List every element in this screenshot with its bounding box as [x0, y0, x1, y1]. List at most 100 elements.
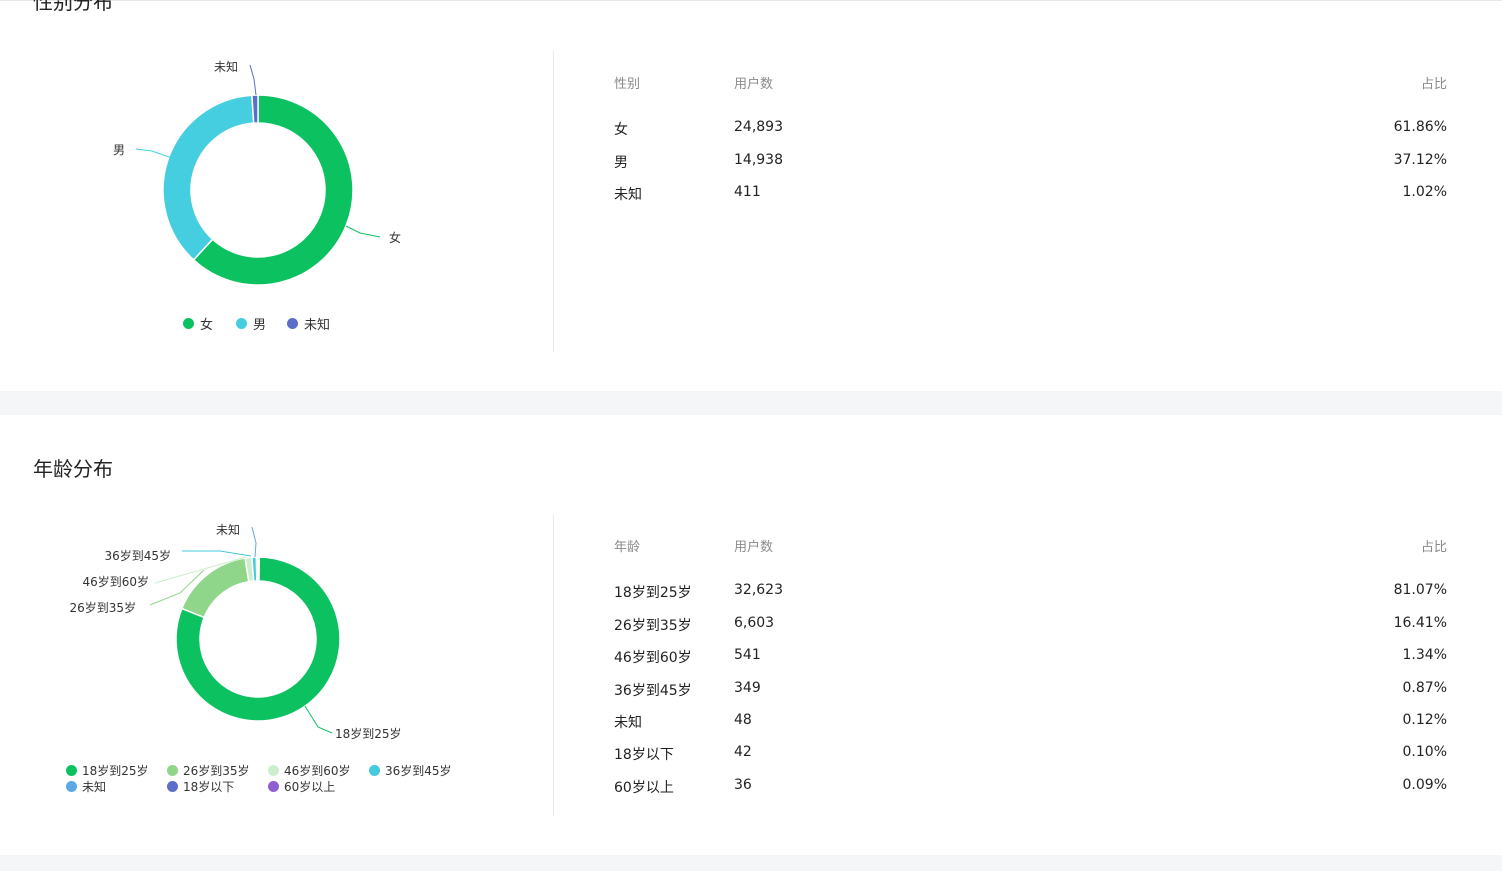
legend-dot	[66, 765, 77, 776]
row-count: 349	[734, 680, 761, 696]
label-leader-line	[251, 526, 257, 558]
legend-label: 未知	[82, 780, 107, 794]
header-age: 年龄	[614, 540, 641, 555]
vertical-divider	[553, 515, 554, 816]
legend-dot	[167, 765, 178, 776]
age-distribution-card: 年龄分布 18岁到25岁 26岁到35岁 46岁到60岁 36岁到45岁 未知 18岁到…	[0, 415, 1502, 855]
slice-label: 未知	[216, 523, 240, 537]
legend-item-under-18[interactable]: 18岁以下	[167, 778, 234, 795]
row-count: 6,603	[734, 615, 775, 631]
row-percent: 1.34%	[1402, 647, 1447, 663]
table-row: 男 14,938 37.12%	[614, 152, 1447, 172]
legend-label: 18岁到25岁	[82, 764, 149, 778]
row-percent: 37.12%	[1393, 152, 1447, 168]
legend-label: 46岁到60岁	[284, 764, 351, 778]
legend-item-over-60[interactable]: 60岁以上	[268, 778, 335, 795]
legend-item-female[interactable]: 女	[183, 314, 213, 333]
row-percent: 0.10%	[1402, 744, 1447, 760]
legend-item-18-25[interactable]: 18岁到25岁	[66, 762, 149, 779]
row-label: 60岁以上	[614, 780, 674, 796]
label-leader-line	[135, 148, 173, 159]
vertical-divider	[553, 51, 554, 352]
table-row: 18岁到25岁 32,623 81.07%	[614, 582, 1447, 602]
row-label: 男	[614, 155, 628, 171]
row-count: 42	[734, 744, 752, 760]
donut-slice[interactable]	[180, 557, 250, 619]
row-percent: 61.86%	[1393, 119, 1447, 135]
row-count: 541	[734, 647, 761, 663]
row-percent: 16.41%	[1393, 615, 1447, 631]
slice-label: 46岁到60岁	[82, 574, 149, 589]
table-row: 18岁以下 42 0.10%	[614, 744, 1447, 764]
row-count: 14,938	[734, 152, 783, 168]
slice-label: 18岁到25岁	[335, 726, 402, 741]
row-percent: 0.09%	[1402, 777, 1447, 793]
table-row: 女 24,893 61.86%	[614, 119, 1447, 139]
legend-dot	[167, 781, 178, 792]
row-label: 36岁到45岁	[614, 683, 692, 699]
row-label: 26岁到35岁	[614, 618, 692, 634]
legend-item-male[interactable]: 男	[236, 314, 266, 333]
table-row: 未知 48 0.12%	[614, 712, 1447, 732]
row-percent: 0.12%	[1402, 712, 1447, 728]
legend-dot	[369, 765, 380, 776]
gender-distribution-card: 性别分布 女男未知 女 男 未知 性别 用户数 占比 女 24,893 61.8…	[0, 0, 1502, 391]
row-label: 未知	[614, 715, 642, 731]
legend-label: 36岁到45岁	[385, 764, 452, 778]
row-count: 24,893	[734, 119, 783, 135]
row-label: 18岁以下	[614, 747, 674, 763]
legend-label: 女	[200, 318, 214, 333]
row-count: 36	[734, 777, 752, 793]
legend-label: 26岁到35岁	[183, 764, 250, 778]
legend-item-26-35[interactable]: 26岁到35岁	[167, 762, 250, 779]
table-header: 性别 用户数 占比	[614, 73, 1447, 93]
header-gender: 性别	[614, 77, 641, 92]
label-leader-line	[345, 225, 381, 238]
header-users: 用户数	[734, 540, 774, 555]
slice-label: 36岁到45岁	[104, 548, 171, 563]
slice-label: 未知	[214, 60, 238, 74]
legend-dot	[183, 318, 194, 329]
legend-dot	[268, 765, 279, 776]
legend-dot	[268, 781, 279, 792]
donut-slice[interactable]	[251, 94, 259, 124]
label-leader-line	[249, 64, 257, 96]
donut-slice[interactable]	[162, 94, 255, 261]
legend-label: 18岁以下	[183, 780, 235, 794]
slice-label: 男	[113, 143, 125, 157]
row-count: 48	[734, 712, 752, 728]
row-count: 411	[734, 184, 761, 200]
table-row: 46岁到60岁 541 1.34%	[614, 647, 1447, 667]
header-share: 占比	[1420, 540, 1447, 555]
legend-item-46-60[interactable]: 46岁到60岁	[268, 762, 351, 779]
table-row: 60岁以上 36 0.09%	[614, 777, 1447, 797]
legend-label: 男	[253, 318, 267, 333]
legend-item-unknown[interactable]: 未知	[287, 314, 330, 333]
row-label: 女	[614, 122, 628, 138]
legend-dot	[66, 781, 77, 792]
row-label: 18岁到25岁	[614, 585, 692, 601]
slice-label: 26岁到35岁	[69, 600, 136, 615]
table-header: 年龄 用户数 占比	[614, 536, 1447, 556]
legend-item-unknown[interactable]: 未知	[66, 778, 106, 795]
table-row: 26岁到35岁 6,603 16.41%	[614, 615, 1447, 635]
slice-label: 女	[389, 230, 401, 245]
row-label: 46岁到60岁	[614, 650, 692, 666]
legend-item-36-45[interactable]: 36岁到45岁	[369, 762, 452, 779]
label-leader-line	[304, 705, 333, 734]
header-share: 占比	[1420, 77, 1447, 92]
table-row: 36岁到45岁 349 0.87%	[614, 680, 1447, 700]
legend-label: 未知	[304, 318, 331, 333]
row-label: 未知	[614, 187, 642, 203]
row-percent: 0.87%	[1402, 680, 1447, 696]
table-row: 未知 411 1.02%	[614, 184, 1447, 204]
legend-dot	[287, 318, 298, 329]
row-count: 32,623	[734, 582, 783, 598]
label-leader-line	[182, 550, 252, 557]
gender-donut-chart: 女 男 未知	[113, 60, 401, 286]
donut-slice[interactable]	[257, 556, 261, 582]
legend-label: 60岁以上	[284, 780, 336, 794]
legend-dot	[236, 318, 247, 329]
row-percent: 1.02%	[1402, 184, 1447, 200]
header-users: 用户数	[734, 77, 774, 92]
